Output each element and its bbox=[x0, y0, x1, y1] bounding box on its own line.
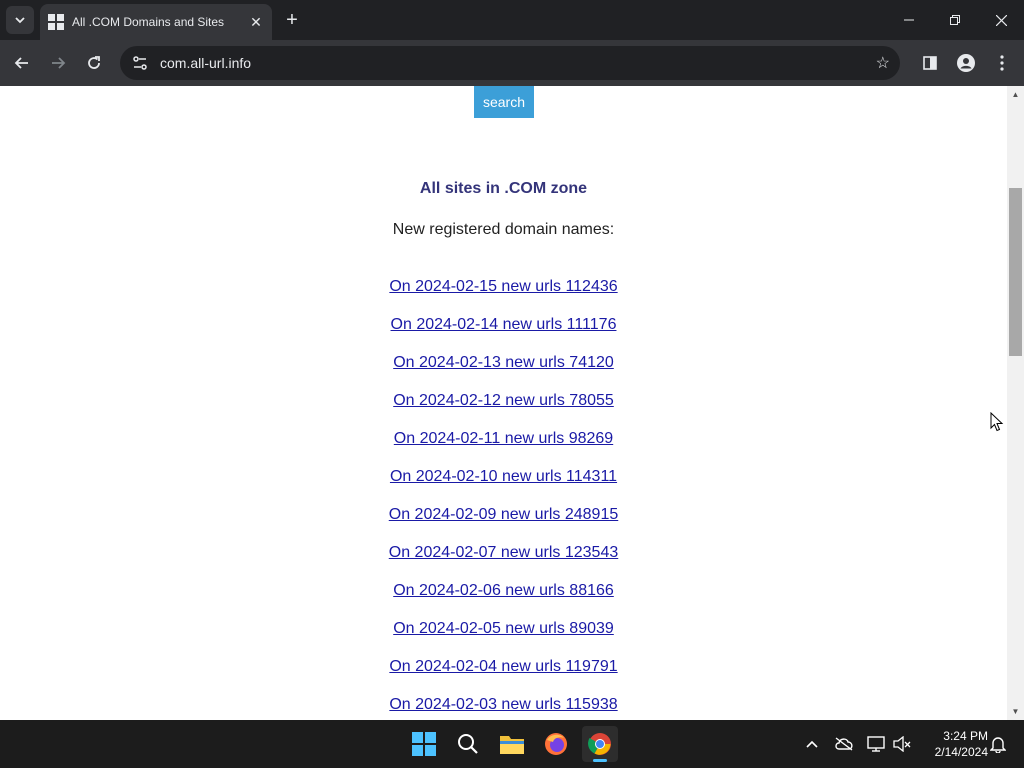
subtitle: New registered domain names: bbox=[392, 221, 615, 238]
clock-date: 2/14/2024 bbox=[934, 745, 988, 759]
date-links-list: On 2024-02-15 new urls 112436 On 2024-02… bbox=[0, 278, 1007, 720]
bell-icon bbox=[990, 737, 1006, 753]
scrollbar-thumb[interactable] bbox=[1009, 188, 1022, 356]
profile-icon bbox=[957, 54, 975, 72]
taskbar-search-button[interactable] bbox=[450, 726, 486, 762]
site-info-icon[interactable] bbox=[130, 53, 150, 73]
bookmark-star-icon[interactable]: ☆ bbox=[876, 53, 890, 73]
monitor-network-icon bbox=[867, 736, 885, 752]
firefox-icon bbox=[545, 733, 567, 755]
volume-button[interactable] bbox=[890, 732, 914, 756]
close-icon bbox=[995, 14, 1007, 26]
date-link[interactable]: On 2024-02-03 new urls 115938 bbox=[0, 696, 1007, 720]
clock-time: 3:24 PM bbox=[943, 729, 988, 743]
browser-toolbar: com.all-url.info ☆ bbox=[0, 40, 1024, 86]
side-panel-button[interactable] bbox=[916, 49, 944, 77]
date-link[interactable]: On 2024-02-14 new urls 111176 bbox=[0, 316, 1007, 354]
firefox-button[interactable] bbox=[538, 726, 574, 762]
windows-logo-icon bbox=[412, 732, 436, 756]
network-button[interactable] bbox=[864, 732, 888, 756]
browser-tab[interactable]: All .COM Domains and Sites ✕ bbox=[40, 4, 272, 40]
zone-title: All sites in .COM zone bbox=[419, 180, 588, 197]
date-link[interactable]: On 2024-02-11 new urls 98269 bbox=[0, 430, 1007, 468]
page-viewport: search All sites in .COM zone New regist… bbox=[0, 86, 1024, 720]
reload-button[interactable] bbox=[80, 49, 108, 77]
menu-button[interactable] bbox=[988, 49, 1016, 77]
start-button[interactable] bbox=[406, 726, 442, 762]
date-link[interactable]: On 2024-02-15 new urls 112436 bbox=[0, 278, 1007, 316]
arrow-left-icon bbox=[14, 57, 28, 69]
back-button[interactable] bbox=[8, 49, 36, 77]
search-icon bbox=[458, 734, 478, 754]
scroll-down-arrow-icon[interactable]: ▼ bbox=[1007, 703, 1024, 720]
date-link[interactable]: On 2024-02-04 new urls 119791 bbox=[0, 658, 1007, 696]
page-content: search All sites in .COM zone New regist… bbox=[0, 86, 1007, 720]
url-text[interactable]: com.all-url.info bbox=[160, 55, 876, 71]
date-link[interactable]: On 2024-02-07 new urls 123543 bbox=[0, 544, 1007, 582]
minimize-button[interactable] bbox=[886, 0, 932, 40]
search-button[interactable]: search bbox=[474, 86, 534, 118]
kebab-menu-icon bbox=[1000, 55, 1004, 71]
arrow-right-icon bbox=[52, 57, 66, 69]
chevron-down-icon bbox=[15, 17, 25, 24]
minimize-icon bbox=[904, 19, 914, 21]
speaker-muted-icon bbox=[893, 736, 911, 752]
close-window-button[interactable] bbox=[978, 0, 1024, 40]
new-tab-button[interactable]: + bbox=[280, 8, 304, 32]
system-clock[interactable]: 3:24 PM 2/14/2024 bbox=[918, 728, 988, 760]
chrome-icon bbox=[588, 733, 611, 755]
chrome-button[interactable] bbox=[582, 726, 618, 762]
folder-icon bbox=[500, 736, 524, 754]
scroll-up-arrow-icon[interactable]: ▲ bbox=[1007, 86, 1024, 103]
date-link[interactable]: On 2024-02-05 new urls 89039 bbox=[0, 620, 1007, 658]
side-panel-icon bbox=[923, 56, 937, 70]
windows-taskbar: 3:24 PM 2/14/2024 bbox=[0, 720, 1024, 768]
address-bar[interactable]: com.all-url.info ☆ bbox=[120, 46, 900, 80]
date-link[interactable]: On 2024-02-12 new urls 78055 bbox=[0, 392, 1007, 430]
tab-close-icon[interactable]: ✕ bbox=[248, 14, 264, 30]
vertical-scrollbar[interactable]: ▲ ▼ bbox=[1007, 86, 1024, 720]
file-explorer-button[interactable] bbox=[494, 726, 530, 762]
date-link[interactable]: On 2024-02-09 new urls 248915 bbox=[0, 506, 1007, 544]
notifications-button[interactable] bbox=[986, 732, 1010, 756]
mouse-cursor-icon bbox=[990, 412, 1004, 432]
tab-strip: All .COM Domains and Sites ✕ + bbox=[0, 0, 1024, 40]
reload-icon bbox=[88, 56, 100, 69]
date-link[interactable]: On 2024-02-10 new urls 114311 bbox=[0, 468, 1007, 506]
chevron-up-icon bbox=[806, 740, 818, 748]
profile-button[interactable] bbox=[952, 49, 980, 77]
forward-button[interactable] bbox=[44, 49, 72, 77]
cloud-offline-icon bbox=[835, 737, 853, 751]
show-hidden-icons-button[interactable] bbox=[800, 732, 824, 756]
site-favicon-icon bbox=[48, 14, 64, 30]
date-link[interactable]: On 2024-02-06 new urls 88166 bbox=[0, 582, 1007, 620]
tab-title: All .COM Domains and Sites bbox=[72, 15, 225, 29]
restore-icon bbox=[950, 15, 960, 25]
active-app-indicator bbox=[593, 759, 607, 762]
tab-search-button[interactable] bbox=[6, 6, 34, 34]
onedrive-button[interactable] bbox=[832, 732, 856, 756]
restore-button[interactable] bbox=[932, 0, 978, 40]
date-link[interactable]: On 2024-02-13 new urls 74120 bbox=[0, 354, 1007, 392]
